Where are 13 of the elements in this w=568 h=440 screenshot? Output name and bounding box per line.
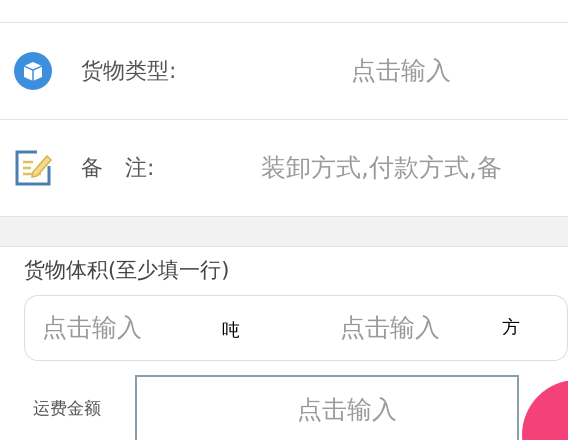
field-label: 货物类型: <box>81 58 178 86</box>
field-label: 运费金额 <box>33 398 102 421</box>
input-field[interactable]: 点击输入 <box>340 308 502 346</box>
unit-label: 方 <box>502 316 520 340</box>
note-edit-icon <box>13 148 53 188</box>
box-icon <box>13 51 53 91</box>
input-field[interactable]: 装卸方式,付款方式,备 <box>261 149 568 187</box>
section-title: 货物体积(至少填一行) <box>24 257 230 284</box>
field-label: 备 注: <box>81 154 156 182</box>
input-field[interactable]: 点击输入 <box>42 308 222 346</box>
input-field[interactable]: 点击输入 <box>261 52 568 90</box>
unit-label: 吨 <box>222 319 240 343</box>
input-field[interactable]: 点击输入 <box>135 374 519 440</box>
